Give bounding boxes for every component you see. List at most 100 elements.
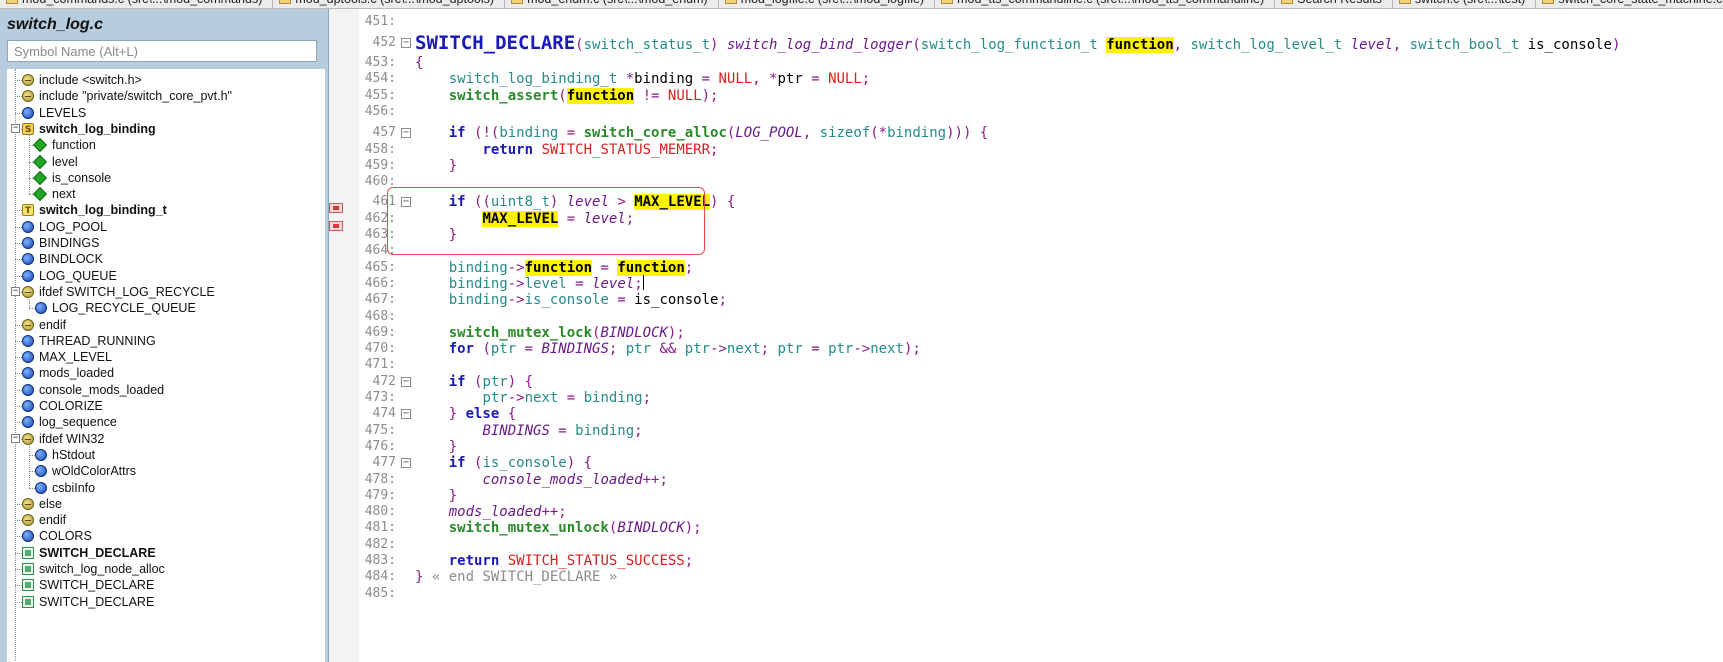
code-token: { xyxy=(415,55,424,71)
fold-toggle-icon[interactable]: − xyxy=(401,38,411,48)
code-token: = xyxy=(524,341,542,357)
member-icon xyxy=(32,154,48,170)
editor-tab-label: mod_commands.c (src\...\mod_commands) xyxy=(22,0,262,6)
tree-guide-line xyxy=(15,357,22,358)
tree-guide-line xyxy=(29,134,30,194)
outline-item[interactable]: LOG_RECYCLE_QUEUE xyxy=(7,299,325,317)
outline-item[interactable]: switch_log_binding_t xyxy=(7,201,325,220)
editor-tab[interactable]: Search Results xyxy=(1275,0,1393,8)
fold-toggle-icon[interactable]: − xyxy=(401,409,411,419)
variable-icon xyxy=(22,384,34,396)
member-icon xyxy=(32,186,48,202)
code-token: binding xyxy=(575,423,635,439)
code-token: -> xyxy=(507,260,525,276)
code-text: switch_log_binding_t *binding = NULL, *p… xyxy=(415,70,871,88)
editor-tab-label: switch.c (src\...\test) xyxy=(1415,0,1525,6)
code-token: switch_core_alloc xyxy=(583,125,727,141)
variable-icon xyxy=(35,449,47,461)
code-editor[interactable]: 451: 452− SWITCH_DECLARE(switch_status_t) … xyxy=(359,9,1723,662)
tree-guide-line xyxy=(15,243,22,244)
code-token: SWITCH_STATUS_SUCCESS xyxy=(507,553,685,569)
outline-item[interactable]: log_sequence xyxy=(7,413,325,431)
symbol-search-input[interactable] xyxy=(7,40,317,62)
editor-tab[interactable]: mod_enum.c (src\...\mod_enum) xyxy=(505,0,719,8)
code-token: else xyxy=(465,406,508,422)
editor-tab[interactable]: mod_tts_commandline.c (src\...\mod_tts_c… xyxy=(935,0,1276,8)
tree-guide-line xyxy=(15,373,22,374)
code-token: ptr xyxy=(684,341,711,357)
code-token: binding xyxy=(634,71,702,87)
editor-tab[interactable]: mod_commands.c (src\...\mod_commands) xyxy=(0,0,274,8)
code-token: switch_bool_t xyxy=(1409,37,1528,53)
line-number: 471: xyxy=(364,357,396,372)
fold-toggle-icon[interactable]: − xyxy=(401,128,411,138)
outline-item[interactable]: function xyxy=(7,136,325,154)
preprocessor-icon xyxy=(22,286,34,298)
code-token: mods_loaded xyxy=(448,504,542,520)
file-icon xyxy=(1398,0,1411,4)
code-token: switch_assert xyxy=(448,88,559,104)
collapse-toggle-icon[interactable]: − xyxy=(11,124,20,133)
code-line: 471: xyxy=(359,356,1723,374)
variable-icon xyxy=(22,416,34,428)
outline-item[interactable]: include "private/switch_core_pvt.h" xyxy=(7,87,325,105)
outline-item-label: BINDLOCK xyxy=(39,252,103,266)
code-token: (* xyxy=(870,125,888,141)
tree-guide-line xyxy=(29,297,30,308)
fold-toggle-icon[interactable]: − xyxy=(401,458,411,468)
code-token: ; xyxy=(634,276,643,292)
code-token: console_mods_loaded xyxy=(482,472,643,488)
outline-item-label: LOG_RECYCLE_QUEUE xyxy=(52,301,196,315)
collapse-toggle-icon[interactable]: − xyxy=(11,287,20,296)
code-line: 485: xyxy=(359,585,1723,603)
function-icon xyxy=(22,547,34,559)
tree-guide-line xyxy=(29,444,30,488)
tree-guide-line xyxy=(15,520,22,521)
code-token: = xyxy=(592,260,618,276)
code-token: if xyxy=(448,455,475,471)
bookmark-marker-icon[interactable] xyxy=(329,203,343,213)
line-number: 457 xyxy=(372,125,396,140)
outline-item[interactable]: BINDLOCK xyxy=(7,250,325,268)
code-token: BINDLOCK xyxy=(617,520,685,536)
outline-item[interactable]: COLORS xyxy=(7,527,325,545)
text-cursor xyxy=(642,275,644,290)
outline-item[interactable]: SWITCH_DECLARE xyxy=(7,576,325,594)
code-line: 474− } else { xyxy=(359,405,1723,423)
outline-item[interactable]: SWITCH_DECLARE xyxy=(7,593,325,611)
bookmark-gutter xyxy=(329,9,359,662)
outline-item-label: switch_log_binding_t xyxy=(39,203,167,217)
outline-item[interactable]: wOldColorAttrs xyxy=(7,462,325,480)
line-number: 474 xyxy=(372,406,396,421)
editor-tab[interactable]: mod_dptools.c (src\...\mod_dptools) xyxy=(273,0,506,8)
code-token: is_console xyxy=(634,292,719,308)
fold-toggle-icon[interactable]: − xyxy=(401,377,411,387)
collapse-toggle-icon[interactable]: − xyxy=(11,434,20,443)
code-token: ); xyxy=(903,341,921,357)
outline-item[interactable]: mods_loaded xyxy=(7,364,325,382)
code-token: switch_log_function_t xyxy=(920,37,1107,53)
editor-tab[interactable]: switch.c (src\...\test) xyxy=(1392,0,1537,8)
code-text: binding->is_console = is_console; xyxy=(415,291,727,309)
tree-guide-line xyxy=(15,504,22,505)
outline-item-label: SWITCH_DECLARE xyxy=(39,595,155,609)
preprocessor-icon xyxy=(22,498,34,510)
line-number: 485: xyxy=(364,586,396,601)
editor-tab-label: switch_core_state_machine.c (src\... xyxy=(1558,0,1723,6)
editor-tab[interactable]: switch_core_state_machine.c (src\... xyxy=(1536,0,1723,8)
bookmark-marker-icon[interactable] xyxy=(329,221,343,231)
code-token: } xyxy=(448,406,466,422)
code-token: } xyxy=(448,488,458,504)
code-token: = xyxy=(617,292,635,308)
editor-tab[interactable]: mod_logfile.c (src\...\mod_logfile) xyxy=(718,0,936,8)
outline-item-label: function xyxy=(52,138,96,152)
line-number: 484: xyxy=(364,569,396,584)
code-token: = xyxy=(575,276,593,292)
tree-guide-line xyxy=(15,422,22,423)
